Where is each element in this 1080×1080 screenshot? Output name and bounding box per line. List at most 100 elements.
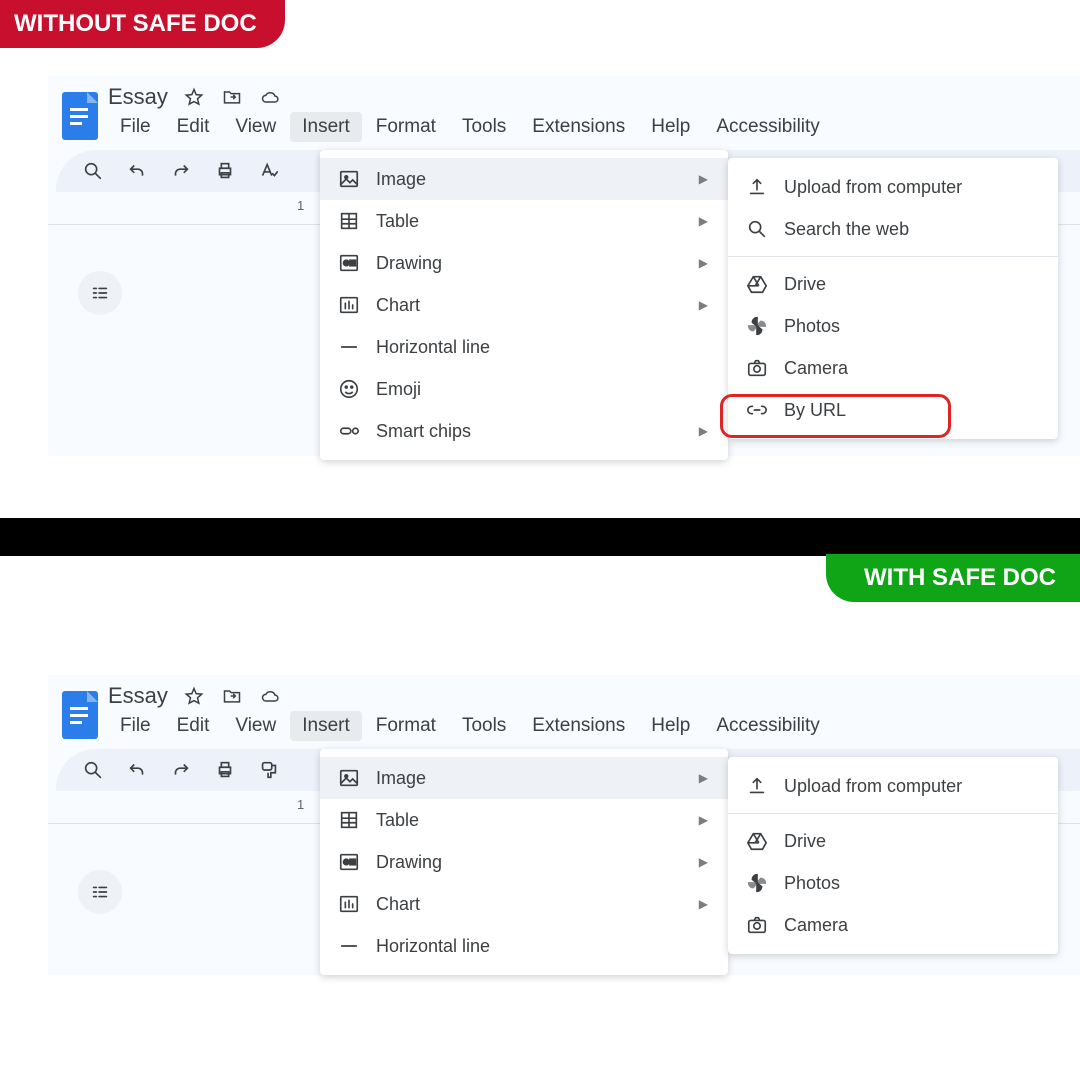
ruler-mark: 1 [297,198,304,213]
move-folder-icon[interactable] [222,87,242,107]
menubar: File Edit View Insert Format Tools Exten… [108,709,832,747]
chart-icon [338,893,360,915]
chevron-right-icon: ▶ [699,214,708,228]
menu-item-photos[interactable]: Photos [728,862,1058,904]
menu-tools[interactable]: Tools [450,112,518,142]
menu-item-upload[interactable]: Upload from computer [728,765,1058,807]
move-folder-icon[interactable] [222,686,242,706]
menu-extensions[interactable]: Extensions [520,112,637,142]
menu-item-horizontal-line[interactable]: Horizontal line [320,925,728,967]
docs-logo-icon[interactable] [62,92,98,140]
search-icon [746,218,768,240]
print-icon[interactable] [214,759,236,781]
menu-item-camera[interactable]: Camera [728,347,1058,389]
star-icon[interactable] [184,87,204,107]
image-dropdown: Upload from computer Drive Photos Camera [728,757,1058,954]
chevron-right-icon: ▶ [699,298,708,312]
redo-icon[interactable] [170,759,192,781]
chips-icon [338,420,360,442]
camera-icon [746,357,768,379]
photos-icon [746,315,768,337]
menu-view[interactable]: View [223,711,288,741]
chevron-right-icon: ▶ [699,256,708,270]
image-icon [338,168,360,190]
menu-insert[interactable]: Insert [290,112,362,142]
menu-insert[interactable]: Insert [290,711,362,741]
chart-icon [338,294,360,316]
menu-edit[interactable]: Edit [165,112,222,142]
menu-item-camera[interactable]: Camera [728,904,1058,946]
paint-format-icon[interactable] [258,759,280,781]
drive-icon [746,273,768,295]
menu-item-chart[interactable]: Chart▶ [320,284,728,326]
doc-title[interactable]: Essay [108,683,168,709]
menu-item-image[interactable]: Image▶ [320,757,728,799]
badge-without-safe-doc: WITHOUT SAFE DOC [0,0,285,48]
cloud-status-icon[interactable] [260,87,280,107]
doc-title[interactable]: Essay [108,84,168,110]
spellcheck-icon[interactable] [258,160,280,182]
star-icon[interactable] [184,686,204,706]
titlebar: Essay File Edit View Insert Format Tools… [48,675,1080,749]
redo-icon[interactable] [170,160,192,182]
menu-edit[interactable]: Edit [165,711,222,741]
insert-dropdown: Image▶ Table▶ Drawing▶ Chart▶ Horizontal… [320,749,728,975]
link-icon [746,399,768,421]
menu-item-emoji[interactable]: Emoji [320,368,728,410]
menu-file[interactable]: File [108,711,163,741]
hline-icon [338,336,360,358]
undo-icon[interactable] [126,160,148,182]
search-icon[interactable] [82,160,104,182]
image-icon [338,767,360,789]
menu-view[interactable]: View [223,112,288,142]
drawing-icon [338,851,360,873]
emoji-icon [338,378,360,400]
menu-item-drive[interactable]: Drive [728,820,1058,862]
undo-icon[interactable] [126,759,148,781]
chevron-right-icon: ▶ [699,855,708,869]
menu-item-smart-chips[interactable]: Smart chips▶ [320,410,728,452]
menu-tools[interactable]: Tools [450,711,518,741]
menu-extensions[interactable]: Extensions [520,711,637,741]
outline-button[interactable] [78,870,122,914]
docs-logo-icon[interactable] [62,691,98,739]
menu-accessibility[interactable]: Accessibility [704,112,831,142]
menu-item-drive[interactable]: Drive [728,263,1058,305]
menu-item-drawing[interactable]: Drawing▶ [320,841,728,883]
menu-item-upload[interactable]: Upload from computer [728,166,1058,208]
menu-item-horizontal-line[interactable]: Horizontal line [320,326,728,368]
menu-item-search-web[interactable]: Search the web [728,208,1058,250]
menu-item-by-url[interactable]: By URL [728,389,1058,431]
menu-item-table[interactable]: Table▶ [320,799,728,841]
menu-item-chart[interactable]: Chart▶ [320,883,728,925]
menu-item-image[interactable]: Image▶ [320,158,728,200]
menu-file[interactable]: File [108,112,163,142]
titlebar: Essay File Edit View Insert Format Tools… [48,76,1080,150]
drive-icon [746,830,768,852]
photos-icon [746,872,768,894]
menu-item-photos[interactable]: Photos [728,305,1058,347]
menu-format[interactable]: Format [364,711,448,741]
divider [0,518,1080,556]
ruler-mark: 1 [297,797,304,812]
menu-item-table[interactable]: Table▶ [320,200,728,242]
menu-format[interactable]: Format [364,112,448,142]
badge-with-safe-doc: WITH SAFE DOC [826,554,1080,602]
menu-divider [728,256,1058,257]
cloud-status-icon[interactable] [260,686,280,706]
menu-accessibility[interactable]: Accessibility [704,711,831,741]
menu-item-drawing[interactable]: Drawing▶ [320,242,728,284]
print-icon[interactable] [214,160,236,182]
upload-icon [746,775,768,797]
panel-without: Essay File Edit View Insert Format Tools… [48,76,1080,456]
search-icon[interactable] [82,759,104,781]
menu-help[interactable]: Help [639,112,702,142]
panel-with: Essay File Edit View Insert Format Tools… [48,675,1080,975]
menu-help[interactable]: Help [639,711,702,741]
menubar: File Edit View Insert Format Tools Exten… [108,110,832,148]
outline-button[interactable] [78,271,122,315]
chevron-right-icon: ▶ [699,424,708,438]
drawing-icon [338,252,360,274]
chevron-right-icon: ▶ [699,897,708,911]
hline-icon [338,935,360,957]
